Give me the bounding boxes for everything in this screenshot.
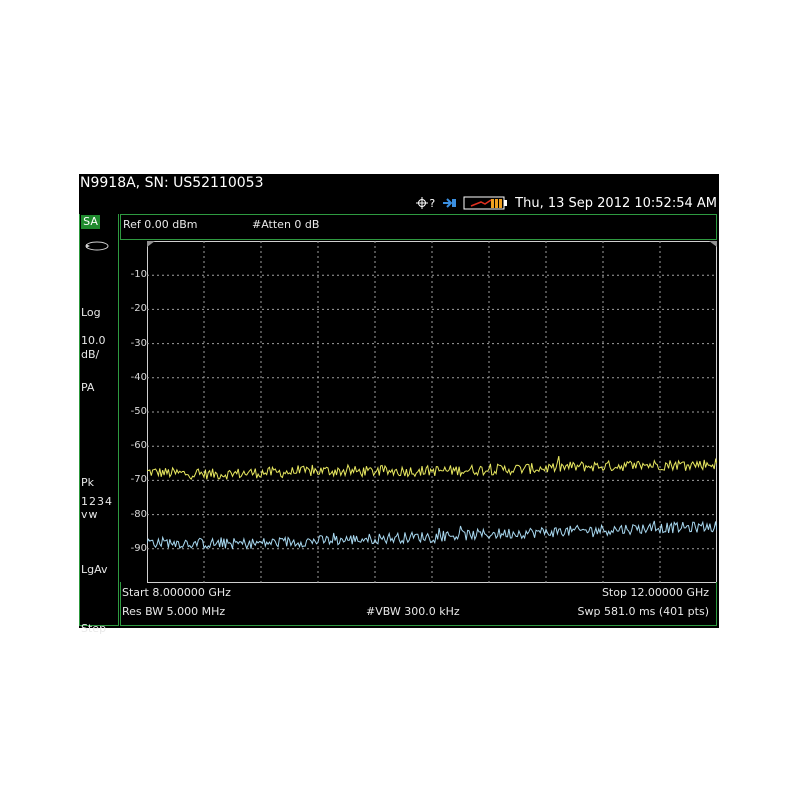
reference-bar: Ref 0.00 dBm #Atten 0 dB: [120, 214, 717, 240]
trace-blue: [147, 520, 717, 550]
start-frequency: Start 8.000000 GHz: [122, 586, 231, 599]
status-row: ? Thu, 13 Sep 2012 10:52:54 AM: [416, 194, 717, 212]
trace-numbers: 1234: [81, 495, 113, 508]
y-tick-label: -10: [130, 269, 147, 281]
y-tick-label: -40: [130, 371, 147, 383]
window-title: N9918A, SN: US52110053: [80, 175, 264, 191]
y-tick-label: -50: [130, 406, 147, 417]
gps-status-suffix: ?: [429, 196, 436, 210]
sweep-time: Swp 581.0 ms (401 pts): [577, 605, 710, 618]
mode-badge[interactable]: SA: [81, 215, 100, 229]
detector-label: Pk: [81, 476, 95, 489]
scale-type: Log: [81, 306, 101, 319]
video-bandwidth: #VBW 300.0 kHz: [366, 605, 460, 618]
right-corner-marker: [709, 241, 717, 247]
analyzer-screen: N9918A, SN: US52110053 ? Thu, 13 Sep 201…: [79, 174, 719, 635]
average-type: LgAv: [81, 563, 108, 576]
stop-frequency: Stop 12.00000 GHz: [601, 586, 709, 599]
scale-unit: dB/: [81, 348, 100, 361]
battery-icon: [463, 196, 509, 210]
usb-connection-icon: [441, 196, 457, 210]
resolution-bandwidth: Res BW 5.000 MHz: [122, 605, 226, 618]
y-tick-label: -90: [130, 542, 147, 554]
left-status-panel: SA Log 10.0 dB/ PA Pk 1234 vw LgAv Step: [79, 214, 119, 635]
step-label[interactable]: Step: [81, 622, 106, 635]
attenuation: #Atten 0 dB: [252, 218, 320, 231]
y-tick-label: -70: [130, 474, 147, 486]
trace-modes: vw: [81, 508, 99, 521]
y-tick-label: -80: [130, 508, 147, 520]
date-time: Thu, 13 Sep 2012 10:52:54 AM: [515, 195, 717, 211]
ref-level: Ref 0.00 dBm: [123, 218, 198, 231]
preamp-indicator: PA: [81, 381, 95, 394]
sweep-indicator-icon: [84, 239, 112, 256]
y-tick-label: -30: [130, 337, 147, 349]
left-corner-marker: [147, 241, 155, 247]
y-tick-label: -60: [130, 440, 147, 452]
spectrum-plot: [147, 241, 717, 583]
y-tick-label: -20: [130, 303, 147, 315]
gps-satellite-icon: ?: [416, 197, 435, 210]
scale-value: 10.0: [81, 334, 106, 347]
